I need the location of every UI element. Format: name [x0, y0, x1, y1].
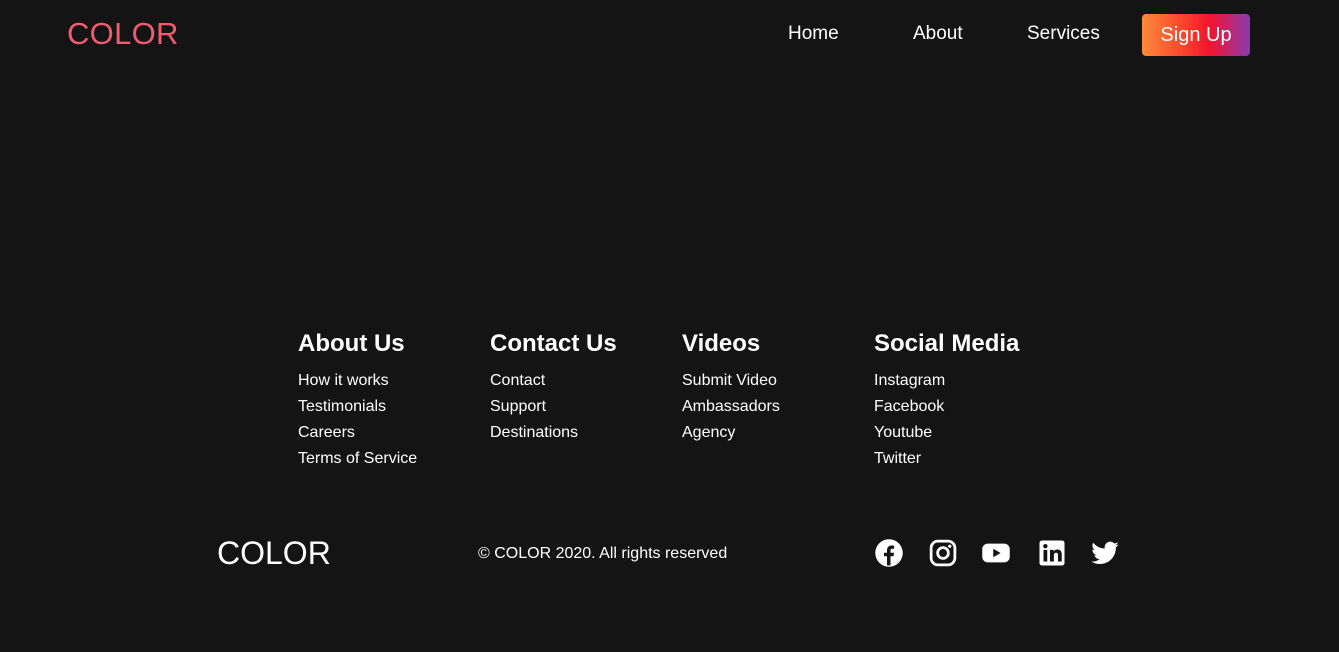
footer-link-agency[interactable]: Agency — [682, 424, 735, 441]
footer-link-twitter[interactable]: Twitter — [874, 450, 921, 467]
navbar: COLOR Home About Services Sign Up — [0, 0, 1339, 70]
list-item: Facebook — [874, 396, 1054, 422]
nav-logo[interactable]: COLOR — [67, 16, 179, 52]
footer-logo[interactable]: COLOR — [217, 534, 331, 572]
instagram-icon[interactable] — [928, 538, 958, 568]
list-item: Instagram — [874, 370, 1054, 396]
list-item: Twitter — [874, 448, 1054, 474]
linkedin-icon[interactable] — [1037, 538, 1067, 568]
list-item: Youtube — [874, 422, 1054, 448]
facebook-icon[interactable] — [874, 538, 904, 568]
youtube-icon[interactable] — [981, 538, 1011, 568]
nav-link-services[interactable]: Services — [1027, 23, 1100, 45]
footer-link-list: How it works Testimonials Careers Terms … — [298, 370, 478, 474]
footer-column-title: About Us — [298, 330, 405, 357]
footer-link-instagram[interactable]: Instagram — [874, 372, 945, 389]
nav-link-home[interactable]: Home — [788, 23, 839, 45]
list-item: Careers — [298, 422, 478, 448]
list-item: Ambassadors — [682, 396, 862, 422]
list-item: Testimonials — [298, 396, 478, 422]
footer-link-youtube[interactable]: Youtube — [874, 424, 932, 441]
list-item: Terms of Service — [298, 448, 478, 474]
footer-link-how-it-works[interactable]: How it works — [298, 372, 389, 389]
sign-up-button[interactable]: Sign Up — [1142, 14, 1250, 56]
footer-link-testimonials[interactable]: Testimonials — [298, 398, 386, 415]
list-item: Agency — [682, 422, 862, 448]
footer-link-ambassadors[interactable]: Ambassadors — [682, 398, 780, 415]
twitter-icon[interactable] — [1090, 538, 1120, 568]
footer-column-videos: Videos Submit Video Ambassadors Agency — [682, 330, 862, 448]
list-item: How it works — [298, 370, 478, 396]
footer-link-support[interactable]: Support — [490, 398, 546, 415]
copyright-text: © COLOR 2020. All rights reserved — [478, 545, 728, 562]
footer-column-title: Videos — [682, 330, 761, 357]
footer-link-submit-video[interactable]: Submit Video — [682, 372, 777, 389]
list-item: Submit Video — [682, 370, 862, 396]
footer-link-careers[interactable]: Careers — [298, 424, 355, 441]
footer-bottom: COLOR © COLOR 2020. All rights reserved — [0, 530, 1339, 580]
list-item: Contact — [490, 370, 670, 396]
footer-link-facebook[interactable]: Facebook — [874, 398, 944, 415]
footer-column-about-us: About Us How it works Testimonials Caree… — [298, 330, 478, 474]
list-item: Support — [490, 396, 670, 422]
footer-link-destinations[interactable]: Destinations — [490, 424, 578, 441]
footer-link-list: Instagram Facebook Youtube Twitter — [874, 370, 1054, 474]
footer-link-contact[interactable]: Contact — [490, 372, 545, 389]
footer-column-title: Social Media — [874, 330, 1020, 357]
footer-link-list: Submit Video Ambassadors Agency — [682, 370, 862, 448]
footer-column-contact-us: Contact Us Contact Support Destinations — [490, 330, 670, 448]
footer-link-list: Contact Support Destinations — [490, 370, 670, 448]
footer-column-social-media: Social Media Instagram Facebook Youtube … — [874, 330, 1054, 474]
footer-column-title: Contact Us — [490, 330, 617, 357]
footer-link-terms-of-service[interactable]: Terms of Service — [298, 450, 417, 467]
list-item: Destinations — [490, 422, 670, 448]
nav-link-about[interactable]: About — [913, 23, 963, 45]
